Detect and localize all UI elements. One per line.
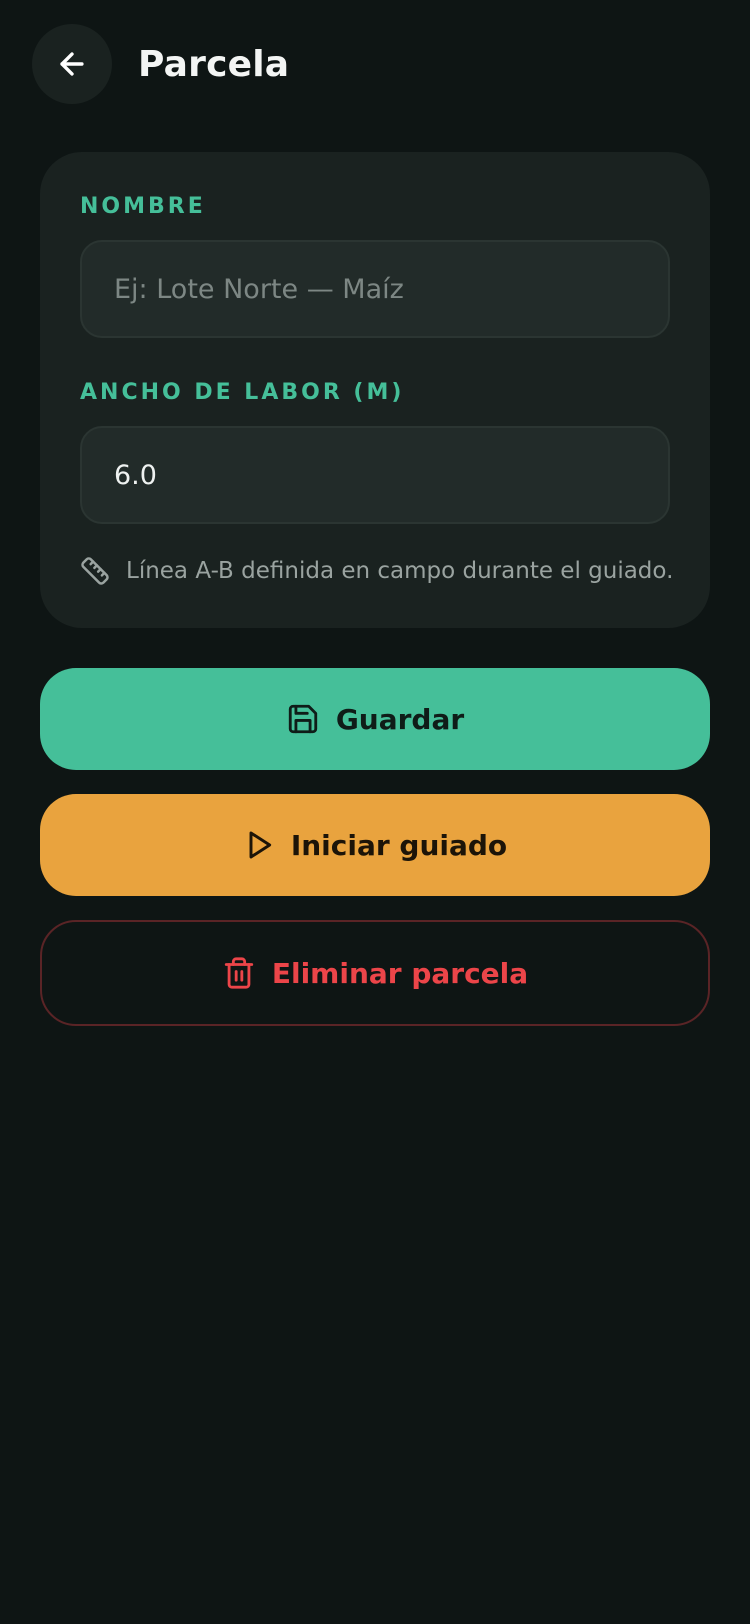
- save-icon: [286, 702, 320, 736]
- work-width-input[interactable]: [80, 426, 670, 524]
- parcel-form-card: NOMBRE ANCHO DE LABOR (M) Línea A-B defi…: [40, 152, 710, 628]
- start-guidance-button[interactable]: Iniciar guiado: [40, 794, 710, 896]
- hint-text: Línea A-B definida en campo durante el g…: [126, 558, 674, 584]
- trash-icon: [222, 956, 256, 990]
- name-input[interactable]: [80, 240, 670, 338]
- header: Parcela: [32, 24, 289, 104]
- ab-line-hint: Línea A-B definida en campo durante el g…: [80, 556, 673, 586]
- work-width-label: ANCHO DE LABOR (M): [80, 380, 405, 405]
- page-title: Parcela: [138, 43, 290, 85]
- name-label: NOMBRE: [80, 194, 206, 219]
- arrow-left-icon: [55, 47, 89, 81]
- screen: Parcela NOMBRE ANCHO DE LABOR (M) Línea …: [0, 0, 750, 1624]
- back-button[interactable]: [32, 24, 112, 104]
- save-button[interactable]: Guardar: [40, 668, 710, 770]
- ruler-icon: [80, 556, 110, 586]
- start-guidance-label: Iniciar guiado: [290, 828, 508, 862]
- save-button-label: Guardar: [335, 702, 465, 736]
- play-icon: [243, 829, 275, 861]
- delete-parcel-button[interactable]: Eliminar parcela: [40, 920, 710, 1026]
- delete-parcel-label: Eliminar parcela: [271, 956, 529, 990]
